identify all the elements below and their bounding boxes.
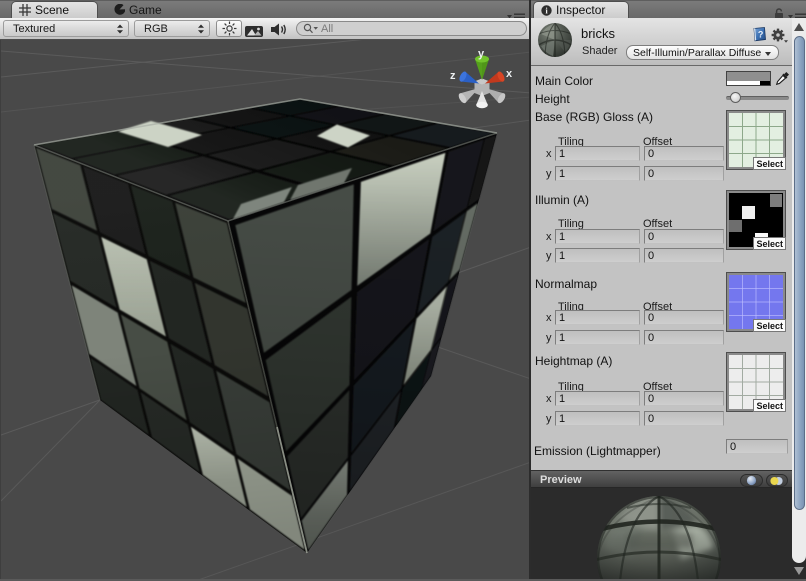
svg-text:?: ? bbox=[758, 30, 764, 40]
svg-text:z: z bbox=[450, 70, 456, 82]
svg-text:y: y bbox=[478, 48, 485, 60]
svg-text:x: x bbox=[506, 68, 513, 80]
